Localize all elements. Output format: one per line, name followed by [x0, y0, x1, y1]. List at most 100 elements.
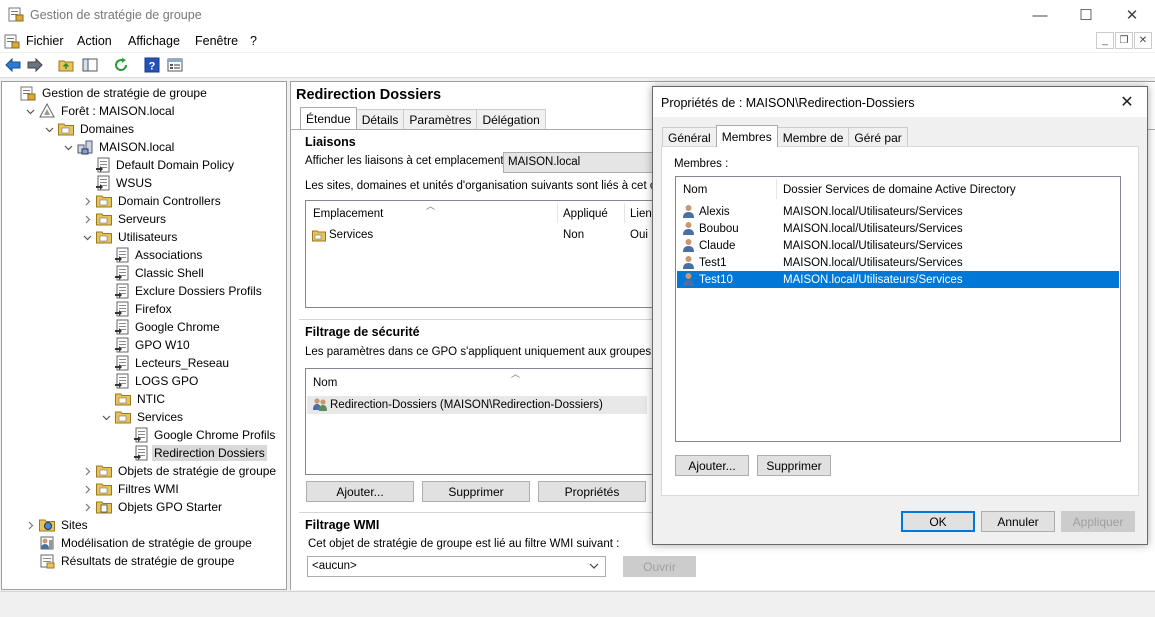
- menu-fenetre[interactable]: Fenêtre: [195, 34, 238, 48]
- members-list[interactable]: Nom Dossier Services de domaine Active D…: [675, 176, 1121, 442]
- tree-gpo-link[interactable]: LOGS GPO: [100, 372, 200, 390]
- links-col-location[interactable]: Emplacement: [313, 208, 383, 220]
- security-col-name[interactable]: Nom: [313, 377, 337, 389]
- cancel-button[interactable]: Annuler: [981, 511, 1055, 532]
- mdi-close-button[interactable]: ✕: [1134, 32, 1152, 49]
- mdi-minimize-button[interactable]: _: [1096, 32, 1114, 49]
- wmi-filter-select[interactable]: <aucun>: [307, 556, 606, 577]
- chevron-right-icon[interactable]: [81, 195, 93, 207]
- chevron-right-icon[interactable]: [81, 483, 93, 495]
- wmi-open-button[interactable]: Ouvrir: [623, 556, 696, 577]
- folder-up-icon[interactable]: [56, 56, 76, 74]
- remove-member-button[interactable]: Supprimer: [757, 455, 831, 476]
- chevron-right-icon[interactable]: [81, 213, 93, 225]
- minimize-button[interactable]: —: [1017, 0, 1063, 30]
- tree-gpo-link[interactable]: Google Chrome: [100, 318, 222, 336]
- tree-sites[interactable]: Sites: [24, 516, 90, 534]
- tree-gpo-link[interactable]: Redirection Dossiers: [119, 444, 267, 462]
- chevron-down-icon[interactable]: [62, 141, 74, 153]
- tree-gpo-link[interactable]: Exclure Dossiers Profils: [100, 282, 264, 300]
- tree-domain[interactable]: MAISON.local: [62, 138, 176, 156]
- tree-gpo-link[interactable]: Classic Shell: [100, 264, 206, 282]
- help-icon[interactable]: ?: [142, 56, 162, 74]
- members-col-path[interactable]: Dossier Services de domaine Active Direc…: [783, 184, 1016, 196]
- add-member-button[interactable]: Ajouter...: [675, 455, 749, 476]
- list-item[interactable]: Alexis MAISON.local/Utilisateurs/Services: [677, 203, 977, 220]
- chevron-down-icon[interactable]: [24, 105, 36, 117]
- tree-ou[interactable]: Services: [100, 408, 185, 426]
- tree-forest[interactable]: Forêt : MAISON.local: [24, 102, 176, 120]
- tree-ou[interactable]: Utilisateurs: [81, 228, 179, 246]
- maximize-button[interactable]: ☐: [1063, 0, 1109, 30]
- menu-help[interactable]: ?: [250, 34, 257, 48]
- tab-general[interactable]: Général: [662, 127, 717, 147]
- refresh-icon[interactable]: [111, 56, 131, 74]
- close-button[interactable]: ✕: [1109, 0, 1155, 30]
- list-item[interactable]: Claude MAISON.local/Utilisateurs/Services: [677, 237, 977, 254]
- list-item[interactable]: Boubou MAISON.local/Utilisateurs/Services: [677, 220, 977, 237]
- chevron-right-icon[interactable]: [81, 465, 93, 477]
- security-properties-button[interactable]: Propriétés: [538, 481, 646, 502]
- tree-gpo-link[interactable]: GPO W10: [100, 336, 192, 354]
- tree-modeling[interactable]: Modélisation de stratégie de groupe: [24, 534, 254, 552]
- tree-gpo-link[interactable]: Lecteurs_Reseau: [100, 354, 231, 372]
- chevron-down-icon[interactable]: [100, 411, 112, 423]
- tab-parametres[interactable]: Paramètres: [403, 109, 478, 129]
- tree-ou[interactable]: Domain Controllers: [81, 192, 223, 210]
- menu-affichage[interactable]: Affichage: [128, 34, 180, 48]
- tree-gpo-link[interactable]: Default Domain Policy: [81, 156, 236, 174]
- remove-security-button[interactable]: Supprimer: [422, 481, 530, 502]
- tree-gpo-link[interactable]: WSUS: [81, 174, 154, 192]
- list-item[interactable]: Test10 MAISON.local/Utilisateurs/Services: [677, 271, 1119, 288]
- security-list[interactable]: ︿ Nom Redirection-Dossiers (MAISON\Redir…: [305, 368, 665, 475]
- links-col-enabled[interactable]: Lien: [630, 208, 652, 220]
- tree-root[interactable]: Gestion de stratégie de groupe: [5, 84, 209, 102]
- links-location-select[interactable]: MAISON.local: [503, 152, 653, 173]
- dialog-close-button[interactable]: ✕: [1115, 91, 1139, 113]
- tree-gpo-link[interactable]: Associations: [100, 246, 204, 264]
- chevron-down-icon[interactable]: [81, 231, 93, 243]
- chevron-down-icon[interactable]: [43, 123, 55, 135]
- list-item[interactable]: Test1 MAISON.local/Utilisateurs/Services: [677, 254, 977, 271]
- tab-delegation[interactable]: Délégation: [476, 109, 546, 129]
- tab-gere-par[interactable]: Géré par: [848, 127, 908, 147]
- show-hide-tree-icon[interactable]: [80, 56, 100, 74]
- menu-fichier[interactable]: Fichier: [26, 34, 64, 48]
- links-col-enforced[interactable]: Appliqué: [563, 208, 608, 220]
- chevron-right-icon[interactable]: [81, 501, 93, 513]
- tab-membres[interactable]: Membres: [715, 125, 778, 147]
- tree-starter-gpos[interactable]: Objets GPO Starter: [81, 498, 224, 516]
- back-arrow-icon[interactable]: [3, 56, 23, 74]
- tree-gpo-link[interactable]: Firefox: [100, 300, 174, 318]
- tree-domains[interactable]: Domaines: [43, 120, 136, 138]
- gpo-link-icon: [134, 427, 148, 443]
- add-security-button[interactable]: Ajouter...: [306, 481, 414, 502]
- members-col-name[interactable]: Nom: [683, 184, 707, 196]
- gpo-link-icon: [115, 301, 129, 317]
- links-location-value: MAISON.local: [508, 156, 581, 168]
- table-row[interactable]: Redirection-Dossiers (MAISON\Redirection…: [307, 396, 647, 414]
- tree-ou[interactable]: Serveurs: [81, 210, 168, 228]
- tree-gpo-objects[interactable]: Objets de stratégie de groupe: [81, 462, 278, 480]
- ou-folder-icon: [58, 122, 74, 136]
- tree-wmi-filters[interactable]: Filtres WMI: [81, 480, 181, 498]
- apply-button[interactable]: Appliquer: [1061, 511, 1135, 532]
- tree-results[interactable]: Résultats de stratégie de groupe: [24, 552, 236, 570]
- tree-ou[interactable]: NTIC: [100, 390, 167, 408]
- tab-details[interactable]: Détails: [355, 109, 405, 129]
- tab-etendue[interactable]: Étendue: [300, 107, 357, 129]
- properties-icon[interactable]: [165, 56, 185, 74]
- forward-arrow-icon[interactable]: [25, 56, 45, 74]
- links-col-separator: [557, 203, 558, 223]
- tab-membre-de[interactable]: Membre de: [776, 127, 850, 147]
- mdi-restore-button[interactable]: ❐: [1115, 32, 1133, 49]
- tree-gpo-link[interactable]: Google Chrome Profils: [119, 426, 277, 444]
- system-menu-icon[interactable]: [4, 33, 20, 49]
- menu-action[interactable]: Action: [77, 34, 112, 48]
- chevron-right-icon[interactable]: [24, 519, 36, 531]
- table-row[interactable]: Services Non Oui: [307, 227, 648, 244]
- ok-button[interactable]: OK: [901, 511, 975, 532]
- links-list[interactable]: ︿ Emplacement Appliqué Lien Services Non…: [305, 200, 665, 308]
